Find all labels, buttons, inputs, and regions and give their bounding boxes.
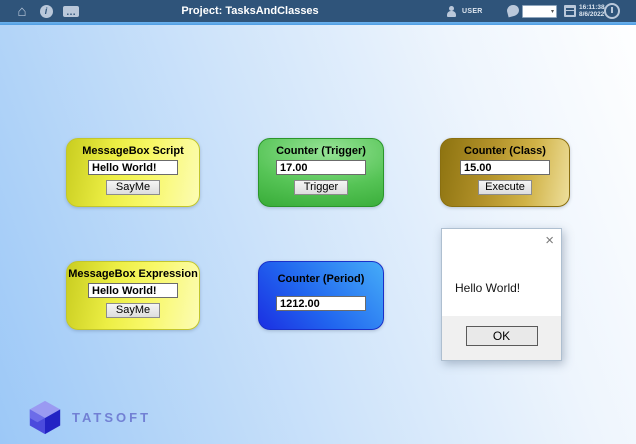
home-glyph: ⌂ <box>17 4 26 19</box>
panel-title: Counter (Period) <box>278 273 365 285</box>
sayme-script-button[interactable]: SayMe <box>106 180 160 195</box>
more-glyph: … <box>63 6 79 17</box>
messagebox-script-input[interactable] <box>88 160 178 175</box>
language-combobox[interactable]: ▾ <box>522 5 557 18</box>
messagebox-expression-input[interactable] <box>88 283 178 298</box>
panel-title: Counter (Class) <box>464 145 546 157</box>
ok-button[interactable]: OK <box>466 326 538 346</box>
counter-period-input[interactable] <box>276 296 366 311</box>
panel-counter-class: Counter (Class) Execute <box>440 138 570 207</box>
datetime-display: 16:11:38 8/6/2022 <box>579 4 605 19</box>
panel-messagebox-script: MessageBox Script SayMe <box>66 138 200 207</box>
info-glyph: i <box>40 5 53 18</box>
cube-icon <box>26 398 64 436</box>
home-icon[interactable]: ⌂ <box>12 0 32 22</box>
counter-trigger-input[interactable] <box>276 160 366 175</box>
user-icon <box>446 6 458 17</box>
project-title: Project: TasksAndClasses <box>160 0 340 22</box>
panel-title: Counter (Trigger) <box>276 145 366 157</box>
messagebox-dialog: × Hello World! OK <box>441 228 562 361</box>
more-icon[interactable]: … <box>60 0 82 22</box>
panel-counter-period: Counter (Period) <box>258 261 384 330</box>
execute-button[interactable]: Execute <box>478 180 532 195</box>
power-icon[interactable] <box>604 3 620 19</box>
top-toolbar: ⌂ i … Project: TasksAndClasses USER ▾ 16… <box>0 0 636 22</box>
language-icon[interactable] <box>506 4 520 18</box>
dialog-message: Hello World! <box>455 281 520 295</box>
user-label: USER <box>462 8 483 15</box>
panel-messagebox-expression: MessageBox Expression SayMe <box>66 261 200 330</box>
calendar-icon <box>564 5 576 17</box>
time-text: 16:11:38 <box>579 4 605 11</box>
sayme-expression-button[interactable]: SayMe <box>106 303 160 318</box>
panel-title: MessageBox Expression <box>68 268 198 280</box>
panel-counter-trigger: Counter (Trigger) Trigger <box>258 138 384 207</box>
user-button[interactable]: USER <box>446 0 483 22</box>
panel-title: MessageBox Script <box>82 145 183 157</box>
close-icon[interactable]: × <box>545 233 554 248</box>
trigger-button[interactable]: Trigger <box>294 180 348 195</box>
info-icon[interactable]: i <box>36 0 56 22</box>
desktop-background: ⌂ i … Project: TasksAndClasses USER ▾ 16… <box>0 0 636 444</box>
toolbar-accent-strip <box>0 22 636 25</box>
tatsoft-logo: TATSOFT <box>26 398 151 436</box>
date-text: 8/6/2022 <box>579 11 605 18</box>
logo-text: TATSOFT <box>72 410 151 425</box>
counter-class-input[interactable] <box>460 160 550 175</box>
dialog-footer: OK <box>442 316 561 360</box>
chevron-down-icon: ▾ <box>551 8 554 15</box>
